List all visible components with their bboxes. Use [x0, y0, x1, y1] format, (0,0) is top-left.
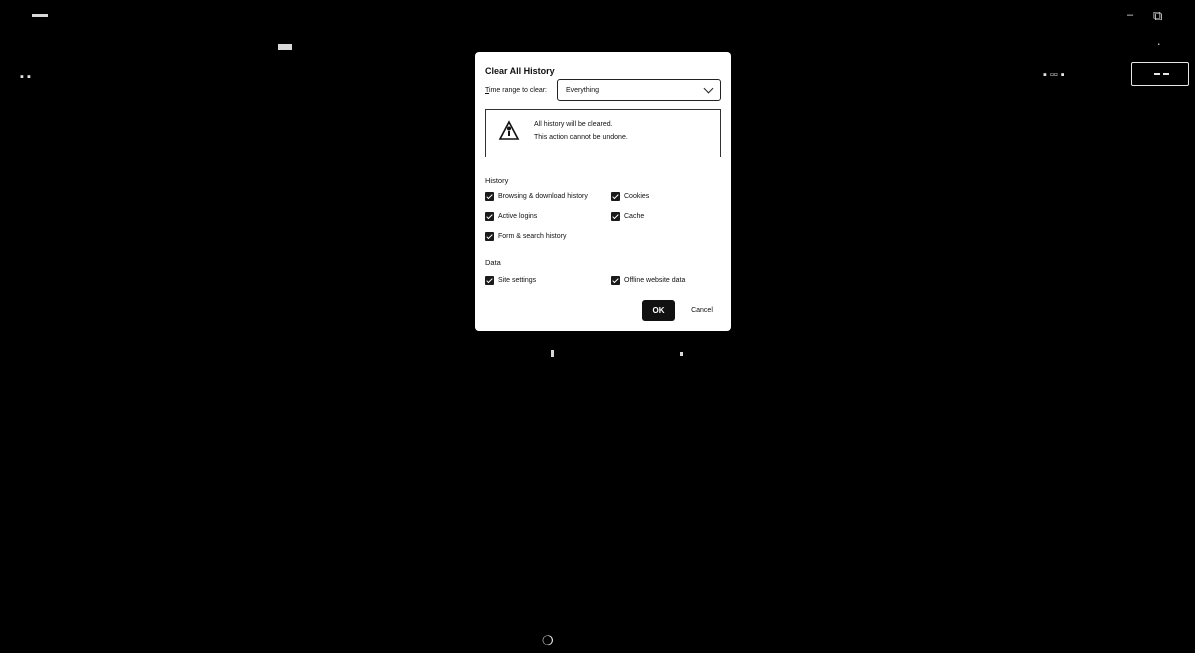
- checkbox-form-search-history[interactable]: Form & search history: [485, 232, 566, 241]
- restore-icon: ⧉: [1153, 8, 1163, 23]
- warning-box: All history will be cleared. This action…: [485, 109, 721, 157]
- checkbox-label: Site settings: [498, 277, 537, 284]
- checkbox-cookies[interactable]: Cookies: [611, 192, 649, 201]
- toolbar-icons: ▪ ▫▫ ▪: [1043, 69, 1065, 81]
- checkbox-site-settings[interactable]: Site settings: [485, 276, 536, 285]
- small-dot-icon: ⋅: [1157, 39, 1161, 51]
- checkbox-browsing-download-history[interactable]: Browsing & download history: [485, 192, 588, 201]
- warning-person-icon: [498, 120, 520, 140]
- checkbox-label: Offline website data: [624, 277, 686, 284]
- clear-history-dialog: Clear All History Time range to clear: E…: [475, 52, 731, 331]
- toolbar-mark: [278, 44, 292, 50]
- checkbox-offline-website-data[interactable]: Offline website data: [611, 276, 685, 285]
- warning-text-line2: This action cannot be undone.: [534, 134, 628, 141]
- data-section-label: Data: [485, 258, 501, 267]
- checkbox-checked-icon: [611, 212, 620, 221]
- window-title-mark: [32, 14, 48, 17]
- checkbox-cache[interactable]: Cache: [611, 212, 644, 221]
- checkbox-checked-icon: [485, 276, 494, 285]
- time-range-value: Everything: [566, 86, 600, 94]
- checkbox-label: Browsing & download history: [498, 193, 588, 200]
- time-range-select[interactable]: Everything: [557, 79, 721, 101]
- ok-button[interactable]: OK: [642, 300, 675, 321]
- checkbox-label: Active logins: [498, 213, 538, 220]
- warning-text-line1: All history will be cleared.: [534, 121, 613, 128]
- pointer-icon: ❍: [542, 633, 554, 648]
- history-section-label: History: [485, 176, 509, 185]
- checkbox-label: Form & search history: [498, 233, 567, 240]
- bg-artifact: [551, 350, 554, 357]
- checkbox-label: Cache: [624, 213, 645, 220]
- chevron-down-icon: [703, 83, 714, 94]
- bg-artifact: [680, 352, 683, 356]
- minimize-icon: –: [1127, 9, 1134, 21]
- checkbox-checked-icon: [611, 192, 620, 201]
- menu-button[interactable]: [1131, 62, 1189, 86]
- back-icon: ▪ ▪: [20, 71, 31, 83]
- time-range-label: Time range to clear:: [485, 87, 548, 94]
- dialog-title: Clear All History: [485, 66, 555, 76]
- desktop-background: ▪ ▪ – ⧉ ⋅ ▪ ▫▫ ▪ ❍ Clear All History Tim…: [0, 0, 1195, 653]
- checkbox-label: Cookies: [624, 193, 650, 200]
- checkbox-checked-icon: [485, 192, 494, 201]
- cancel-button[interactable]: Cancel: [683, 300, 721, 321]
- checkbox-checked-icon: [611, 276, 620, 285]
- checkbox-checked-icon: [485, 212, 494, 221]
- checkbox-checked-icon: [485, 232, 494, 241]
- checkbox-active-logins[interactable]: Active logins: [485, 212, 537, 221]
